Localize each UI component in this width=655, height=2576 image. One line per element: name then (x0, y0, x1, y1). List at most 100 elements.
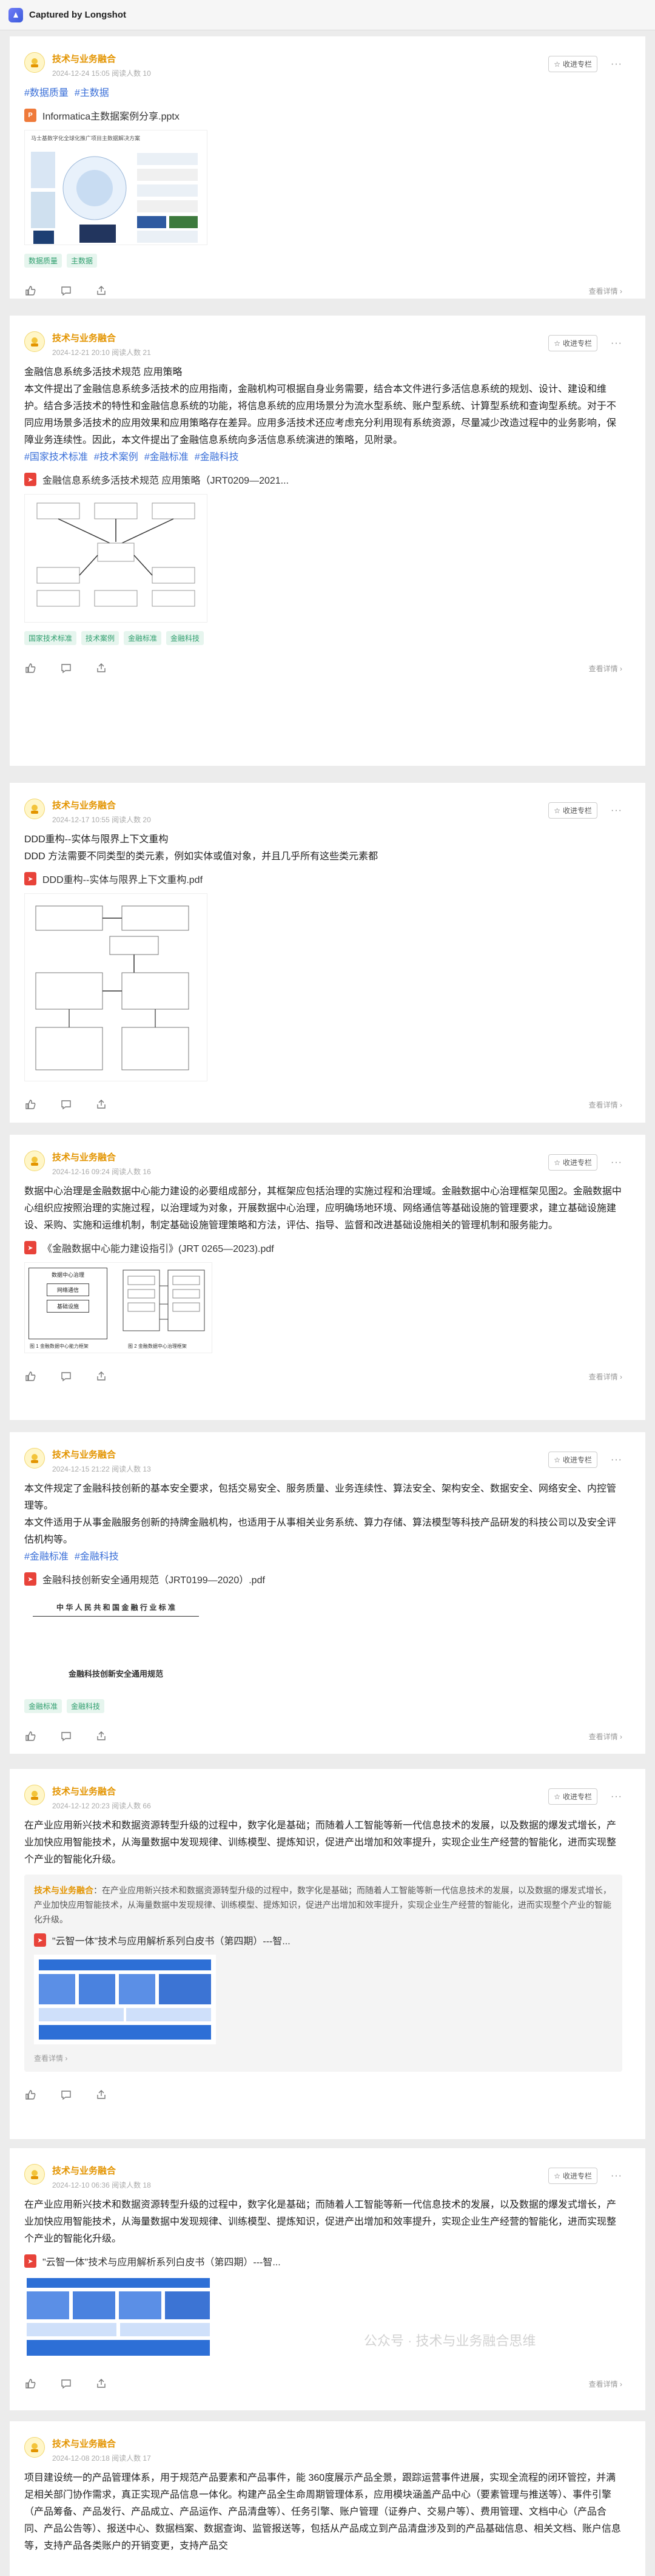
attachment-file[interactable]: ➤ DDD重构--实体与限界上下文重构.pdf (24, 869, 622, 888)
hashtag[interactable]: #国家技术标准 (24, 452, 88, 462)
bookmark-icon: ☆ (554, 59, 560, 69)
attachment-file[interactable]: P Informatica主数据案例分享.pptx (24, 106, 622, 125)
attachment-preview-image[interactable]: 马士基数字化全球化推广项目主数据解决方案 (24, 130, 207, 245)
comment-icon[interactable] (59, 2088, 73, 2101)
view-details-link[interactable]: 查看详情 › (589, 286, 622, 296)
comment-icon[interactable] (59, 1370, 73, 1383)
author-avatar[interactable] (24, 52, 45, 73)
share-icon[interactable] (95, 2088, 108, 2101)
collect-to-column-button[interactable]: ☆ 收进专栏 (548, 2168, 598, 2184)
topic-tag[interactable]: 数据质量 (24, 254, 62, 268)
collect-to-column-button[interactable]: ☆ 收进专栏 (548, 1788, 598, 1805)
attachment-preview-image[interactable] (24, 893, 207, 1081)
view-details-link[interactable]: 查看详情 › (589, 2379, 622, 2389)
author-avatar[interactable] (24, 799, 45, 819)
like-icon[interactable] (24, 661, 38, 675)
attachment-filename[interactable]: 《金融数据中心能力建设指引》(JRT 0265—2023).pdf (42, 1240, 274, 1255)
more-options-icon[interactable]: ··· (611, 1455, 622, 1465)
share-icon[interactable] (95, 284, 108, 297)
topic-tag[interactable]: 主数据 (67, 254, 98, 268)
collect-to-column-button[interactable]: ☆ 收进专栏 (548, 335, 598, 351)
hashtag[interactable]: #金融标准 (24, 1552, 69, 1562)
attachment-file[interactable]: ➤ 《金融数据中心能力建设指引》(JRT 0265—2023).pdf (24, 1238, 622, 1257)
author-name[interactable]: 技术与业务融合 (52, 1151, 151, 1163)
more-options-icon[interactable]: ··· (611, 2171, 622, 2182)
share-icon[interactable] (95, 661, 108, 675)
comment-icon[interactable] (59, 661, 73, 675)
attachment-file[interactable]: ➤ 金融科技创新安全通用规范（JRT0199—2020）.pdf (24, 1569, 622, 1589)
like-icon[interactable] (24, 1098, 38, 1111)
attachment-filename[interactable]: "云智一体"技术与应用解析系列白皮书（第四期）---智... (52, 1933, 291, 1947)
hashtag[interactable]: #主数据 (75, 88, 109, 98)
author-avatar[interactable] (24, 2164, 45, 2185)
bookmark-icon: ☆ (554, 1158, 560, 1167)
topic-tag[interactable]: 国家技术标准 (24, 631, 77, 645)
topic-tag[interactable]: 技术案例 (81, 631, 119, 645)
share-icon[interactable] (95, 1370, 108, 1383)
attachment-filename[interactable]: "云智一体"技术与应用解析系列白皮书（第四期）---智... (42, 2254, 281, 2268)
attachment-preview-image[interactable] (34, 1955, 216, 2044)
author-name[interactable]: 技术与业务融合 (52, 2164, 151, 2177)
collect-to-column-button[interactable]: ☆ 收进专栏 (548, 1452, 598, 1468)
quoted-post[interactable]: 技术与业务融合：在产业应用新兴技术和数据资源转型升级的过程中，数字化是基础；而随… (24, 1875, 622, 2072)
attachment-filename[interactable]: Informatica主数据案例分享.pptx (42, 108, 180, 123)
quoted-view-details-link[interactable]: 查看详情 › (34, 2053, 613, 2063)
attachment-preview-image[interactable] (24, 2276, 212, 2361)
comment-icon[interactable] (59, 1098, 73, 1111)
author-name[interactable]: 技术与业务融合 (52, 1785, 151, 1797)
author-name[interactable]: 技术与业务融合 (52, 52, 151, 65)
view-details-link[interactable]: 查看详情 › (589, 1731, 622, 1742)
collect-to-column-button[interactable]: ☆ 收进专栏 (548, 56, 598, 72)
more-options-icon[interactable]: ··· (611, 59, 622, 70)
attachment-file[interactable]: ➤ "云智一体"技术与应用解析系列白皮书（第四期）---智... (24, 2251, 622, 2271)
more-options-icon[interactable]: ··· (611, 805, 622, 816)
hashtag[interactable]: #金融标准 (144, 452, 189, 462)
like-icon[interactable] (24, 1370, 38, 1383)
hashtag[interactable]: #金融科技 (195, 452, 239, 462)
comment-icon[interactable] (59, 284, 73, 297)
more-options-icon[interactable]: ··· (611, 1791, 622, 1802)
topic-tag[interactable]: 金融标准 (24, 1699, 62, 1713)
view-details-link[interactable]: 查看详情 › (589, 1371, 622, 1382)
share-icon[interactable] (95, 2377, 108, 2390)
author-name[interactable]: 技术与业务融合 (52, 1448, 151, 1461)
collect-to-column-button[interactable]: ☆ 收进专栏 (548, 1154, 598, 1171)
author-avatar[interactable] (24, 1785, 45, 1805)
attachment-filename[interactable]: 金融信息系统多活技术规范 应用策略（JRT0209—2021... (42, 472, 289, 487)
hashtag[interactable]: #技术案例 (94, 452, 138, 462)
post-header: 技术与业务融合 2024-12-12 20:23 阅读人数 66 ☆ 收进专栏 ·… (24, 1769, 622, 1817)
attachment-filename[interactable]: DDD重构--实体与限界上下文重构.pdf (42, 871, 203, 886)
more-options-icon[interactable]: ··· (611, 338, 622, 349)
topic-tag[interactable]: 金融科技 (67, 1699, 105, 1713)
author-avatar[interactable] (24, 331, 45, 352)
attachment-preview-image[interactable]: 中 华 人 民 共 和 国 金 融 行 业 标 准 金融科技创新安全通用规范 (24, 1594, 207, 1691)
like-icon[interactable] (24, 1729, 38, 1743)
attachment-file[interactable]: ➤ 金融信息系统多活技术规范 应用策略（JRT0209—2021... (24, 470, 622, 489)
attachment-preview-image[interactable]: 数据中心治理 网络通信 基础设施 图 1 金融数据中心能力框架 图 2 金融数据… (24, 1262, 212, 1353)
attachment-file[interactable]: ➤ "云智一体"技术与应用解析系列白皮书（第四期）---智... (34, 1930, 613, 1950)
view-details-link[interactable]: 查看详情 › (589, 663, 622, 674)
hashtag[interactable]: #数据质量 (24, 88, 69, 98)
author-avatar[interactable] (24, 1151, 45, 1171)
hashtag[interactable]: #金融科技 (75, 1552, 119, 1562)
like-icon[interactable] (24, 2088, 38, 2101)
share-icon[interactable] (95, 1098, 108, 1111)
like-icon[interactable] (24, 2377, 38, 2390)
author-name[interactable]: 技术与业务融合 (52, 331, 151, 344)
author-name[interactable]: 技术与业务融合 (52, 2437, 151, 2450)
comment-icon[interactable] (59, 2377, 73, 2390)
topic-tag[interactable]: 金融标准 (124, 631, 162, 645)
author-name[interactable]: 技术与业务融合 (52, 799, 151, 811)
more-options-icon[interactable]: ··· (611, 1157, 622, 1168)
author-avatar[interactable] (24, 2437, 45, 2458)
like-icon[interactable] (24, 284, 38, 297)
collect-to-column-button[interactable]: ☆ 收进专栏 (548, 802, 598, 819)
comment-icon[interactable] (59, 1729, 73, 1743)
share-icon[interactable] (95, 1729, 108, 1743)
attachment-filename[interactable]: 金融科技创新安全通用规范（JRT0199—2020）.pdf (42, 1572, 265, 1586)
topic-tag[interactable]: 金融科技 (166, 631, 204, 645)
author-avatar[interactable] (24, 1448, 45, 1469)
view-details-link[interactable]: 查看详情 › (589, 1100, 622, 1110)
quoted-author[interactable]: 技术与业务融合 (34, 1885, 93, 1895)
attachment-preview-image[interactable] (24, 494, 207, 623)
